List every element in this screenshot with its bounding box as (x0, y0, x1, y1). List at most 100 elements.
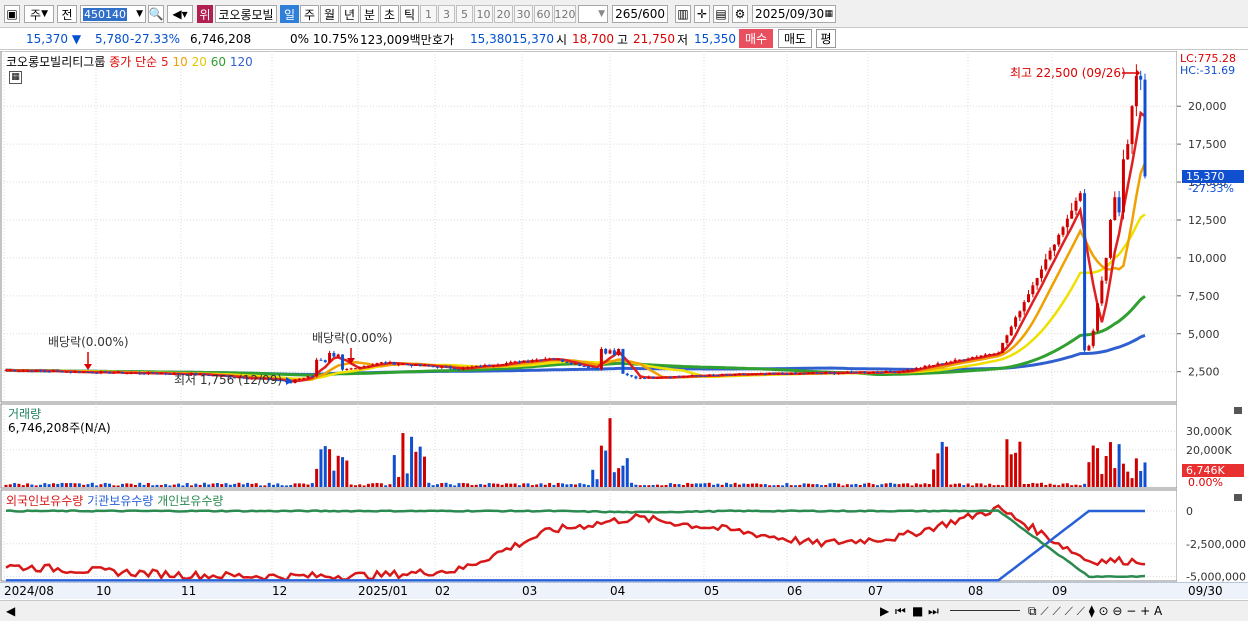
gear-icon[interactable]: ⚙ (732, 5, 748, 23)
crosshair-icon[interactable]: ✛ (694, 5, 710, 23)
volume-bar (673, 484, 677, 487)
volume-bar (474, 484, 478, 487)
volume-bar (763, 484, 767, 487)
speaker-icon[interactable]: ◀▾ (167, 5, 193, 23)
buy-button[interactable]: 매수 (739, 29, 773, 48)
period-year[interactable]: 년 (340, 5, 359, 23)
hoga-label: 호가 (432, 32, 455, 47)
volume-bar (427, 482, 431, 487)
high-label: 고 (617, 32, 629, 47)
candle-body (8, 370, 12, 372)
dividend-label: 배당락(0.00%) (312, 331, 393, 345)
play-icon[interactable]: ▶ (880, 604, 889, 618)
interval-10[interactable]: 10 (474, 5, 493, 23)
volume-bar (785, 483, 789, 487)
candle-body (746, 374, 750, 376)
panel-close-icon[interactable] (1234, 407, 1242, 414)
candle-body (168, 373, 172, 375)
interval-5[interactable]: 5 (456, 5, 473, 23)
candle-body (1134, 75, 1138, 107)
interval-30[interactable]: 30 (514, 5, 533, 23)
code-input[interactable]: 450140 ▼ (80, 5, 146, 23)
candle-body (643, 377, 647, 379)
chart-area[interactable]: 최고 22,500 (09/26) 최저 1,756 (12/09) 배당락(0.0… (0, 51, 1248, 582)
volume-bar (418, 446, 422, 487)
volume-bar (806, 483, 810, 487)
y-tick-label: 7,500 (1188, 290, 1220, 303)
y-tick-label: -2,500,000 (1186, 538, 1246, 551)
volume-bar (34, 485, 38, 487)
interval-dropdown[interactable]: ▼ (578, 5, 608, 23)
panel-close-icon-2[interactable] (1234, 494, 1242, 501)
candle-icon[interactable]: ▥ (675, 5, 691, 23)
date-field[interactable]: 2025/09/30 ▦ (752, 5, 836, 23)
volume-bar (1130, 478, 1134, 487)
volume-bar (975, 483, 979, 487)
candle-body (884, 371, 888, 373)
rank-badge[interactable]: 위 (197, 5, 213, 23)
volume-bar (638, 485, 642, 487)
interval-3[interactable]: 3 (438, 5, 455, 23)
y-tick-label: 10,000 (1188, 252, 1227, 265)
sell-button[interactable]: 매도 (778, 29, 812, 48)
period-minute[interactable]: 분 (360, 5, 379, 23)
volume-bar (729, 484, 733, 487)
volume-bar (198, 484, 202, 487)
candle-body (996, 352, 1000, 354)
chart-menu-icon[interactable]: ▣ (4, 5, 20, 23)
volume-bar (228, 484, 232, 487)
volume-bar (1096, 448, 1100, 487)
bid-price: 15,370 (512, 32, 554, 46)
candle-body (837, 373, 841, 375)
volume-bar (712, 484, 716, 487)
high-annotation: 최고 22,500 (09/26) (1010, 66, 1126, 80)
count-field[interactable]: 265/600 (612, 5, 668, 23)
candle-body (1039, 269, 1043, 279)
period-day[interactable]: 일 (280, 5, 299, 23)
interval-60[interactable]: 60 (534, 5, 553, 23)
period-week[interactable]: 주 (300, 5, 319, 23)
volume-bar (1104, 456, 1108, 487)
prev-button[interactable]: 전 (57, 5, 77, 23)
candle-body (73, 371, 77, 373)
period-month[interactable]: 월 (320, 5, 339, 23)
volume-bar (500, 484, 504, 487)
volume-bar (1074, 484, 1078, 487)
interval-20[interactable]: 20 (494, 5, 513, 23)
candle-body (120, 371, 124, 374)
volume-bar (543, 484, 547, 487)
volume-bar (341, 457, 345, 487)
volume-bar (789, 485, 793, 487)
volume-bar (578, 483, 582, 487)
type-select[interactable]: 주 ▼ (24, 5, 54, 23)
stock-name-field[interactable]: 코오롱모빌 (215, 5, 277, 23)
forward-icon[interactable]: ⏭ (928, 604, 939, 619)
candle-body (755, 373, 759, 375)
candle-body (677, 376, 681, 378)
tool-icons[interactable]: ⧉ ⟋ ⟋ ⟋ ⟋ ⧫ ⊙ ⊖ − + A (1028, 604, 1162, 619)
interval-1[interactable]: 1 (420, 5, 437, 23)
candle-body (716, 375, 720, 377)
candle-body (142, 373, 146, 375)
period-second[interactable]: 초 (380, 5, 399, 23)
volume-bar (699, 483, 703, 487)
eval-button[interactable]: 평 (816, 29, 836, 48)
volume-bar (483, 484, 487, 487)
period-tick[interactable]: 틱 (400, 5, 419, 23)
candle-body (43, 370, 47, 372)
candle-body (953, 359, 957, 362)
save-icon[interactable]: ▤ (713, 5, 729, 23)
scroll-left-icon[interactable]: ◀ (6, 604, 15, 618)
stop-icon[interactable]: ■ (912, 604, 923, 618)
interval-120[interactable]: 120 (554, 5, 576, 23)
volume-bar (690, 483, 694, 487)
candle-body (1074, 200, 1078, 211)
volume-bar (371, 483, 375, 487)
candle-body (302, 377, 306, 379)
volume-bar (254, 483, 258, 487)
volume-bar (302, 483, 306, 487)
zoom-slider[interactable] (950, 610, 1020, 611)
volume-bar (151, 485, 155, 487)
search-icon[interactable]: 🔍 (148, 5, 164, 23)
rewind-icon[interactable]: ⏮ (895, 604, 906, 619)
